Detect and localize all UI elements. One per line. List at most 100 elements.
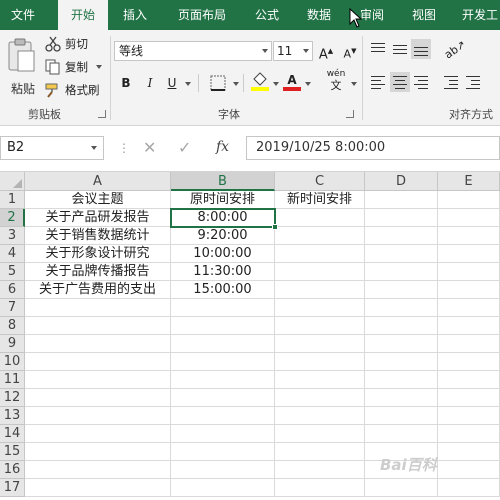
- tab-file[interactable]: 文件: [0, 0, 46, 30]
- shrink-font-button[interactable]: A▼: [340, 40, 360, 62]
- grid-cell[interactable]: [365, 389, 438, 407]
- cell-b5[interactable]: 11:30:00: [171, 263, 275, 281]
- row-header-8[interactable]: 8: [0, 317, 25, 335]
- grid-cell[interactable]: [438, 209, 500, 227]
- row-header-16[interactable]: 16: [0, 461, 25, 479]
- cell-b3[interactable]: 9:20:00: [171, 227, 275, 245]
- tab-data[interactable]: 数据: [298, 0, 340, 30]
- font-color-dropdown-icon[interactable]: [305, 82, 311, 86]
- underline-button[interactable]: U: [162, 72, 182, 94]
- grid-cell[interactable]: [275, 335, 365, 353]
- grid-cell[interactable]: [171, 425, 275, 443]
- cell-b2[interactable]: 8:00:00: [171, 209, 275, 227]
- grid-cell[interactable]: [365, 191, 438, 209]
- grid-cell[interactable]: [365, 479, 438, 497]
- grid-cell[interactable]: [438, 461, 500, 479]
- grid-cell[interactable]: [438, 263, 500, 281]
- format-painter-button[interactable]: 格式刷: [44, 80, 100, 100]
- grid-cell[interactable]: [25, 335, 171, 353]
- cancel-icon[interactable]: ✕: [143, 138, 156, 157]
- enter-icon[interactable]: ✓: [178, 138, 191, 157]
- grid-cell[interactable]: [438, 479, 500, 497]
- grid-cell[interactable]: [275, 479, 365, 497]
- font-name-select[interactable]: 等线: [114, 41, 272, 61]
- grid-cell[interactable]: [25, 389, 171, 407]
- fill-handle[interactable]: [272, 224, 278, 230]
- row-header-2[interactable]: 2: [0, 209, 25, 227]
- align-center-button[interactable]: [390, 72, 410, 92]
- column-header-e[interactable]: E: [438, 172, 500, 191]
- grid-cell[interactable]: [275, 299, 365, 317]
- grow-font-button[interactable]: A▲: [316, 40, 336, 62]
- formula-input[interactable]: 2019/10/25 8:00:00: [246, 136, 500, 160]
- row-header-12[interactable]: 12: [0, 389, 25, 407]
- tab-insert[interactable]: 插入: [113, 0, 157, 30]
- grid-cell[interactable]: [365, 353, 438, 371]
- grid-cell[interactable]: [25, 461, 171, 479]
- row-header-3[interactable]: 3: [0, 227, 25, 245]
- grid-cell[interactable]: [365, 371, 438, 389]
- row-header-9[interactable]: 9: [0, 335, 25, 353]
- grid-cell[interactable]: [275, 461, 365, 479]
- grid-cell[interactable]: [438, 425, 500, 443]
- cell-a3[interactable]: 关于销售数据统计: [25, 227, 171, 245]
- column-header-b[interactable]: B: [171, 172, 275, 191]
- grid-cell[interactable]: [365, 299, 438, 317]
- grid-cell[interactable]: [365, 227, 438, 245]
- cell-a1[interactable]: 会议主题: [25, 191, 171, 209]
- row-header-17[interactable]: 17: [0, 479, 25, 497]
- grid-cell[interactable]: [438, 371, 500, 389]
- underline-dropdown-icon[interactable]: [185, 82, 191, 86]
- grid-cell[interactable]: [171, 389, 275, 407]
- name-box[interactable]: B2: [0, 136, 104, 160]
- middle-align-button[interactable]: [390, 39, 410, 59]
- increase-indent-button[interactable]: [463, 72, 483, 92]
- grid-cell[interactable]: [275, 209, 365, 227]
- tab-view[interactable]: 视图: [403, 0, 445, 30]
- cut-button[interactable]: 剪切: [44, 34, 88, 54]
- tab-developer[interactable]: 开发工: [455, 0, 500, 30]
- grid-cell[interactable]: [275, 425, 365, 443]
- borders-dropdown-icon[interactable]: [233, 82, 239, 86]
- copy-dropdown-icon[interactable]: [96, 65, 102, 69]
- grid-cell[interactable]: [275, 227, 365, 245]
- grid-cell[interactable]: [438, 299, 500, 317]
- grid-cell[interactable]: [171, 407, 275, 425]
- row-header-14[interactable]: 14: [0, 425, 25, 443]
- row-header-4[interactable]: 4: [0, 245, 25, 263]
- grid-cell[interactable]: [365, 263, 438, 281]
- decrease-indent-button[interactable]: [441, 72, 461, 92]
- grid-cell[interactable]: [275, 353, 365, 371]
- grid-cell[interactable]: [438, 191, 500, 209]
- row-header-6[interactable]: 6: [0, 281, 25, 299]
- cell-a5[interactable]: 关于品牌传播报告: [25, 263, 171, 281]
- phonetic-dropdown-icon[interactable]: [351, 82, 357, 86]
- grid-cell[interactable]: [25, 407, 171, 425]
- grid-cell[interactable]: [438, 389, 500, 407]
- cell-b1[interactable]: 原时间安排: [171, 191, 275, 209]
- tab-formulas[interactable]: 公式: [246, 0, 288, 30]
- grid-cell[interactable]: [365, 281, 438, 299]
- borders-button[interactable]: [206, 72, 230, 94]
- top-align-button[interactable]: [368, 39, 388, 59]
- grid-cell[interactable]: [275, 407, 365, 425]
- cell-a4[interactable]: 关于形象设计研究: [25, 245, 171, 263]
- grid-cell[interactable]: [25, 425, 171, 443]
- select-all-button[interactable]: [0, 172, 25, 191]
- row-header-7[interactable]: 7: [0, 299, 25, 317]
- grid-cell[interactable]: [275, 443, 365, 461]
- grid-cell[interactable]: [365, 425, 438, 443]
- grid-cell[interactable]: [25, 443, 171, 461]
- grid-cell[interactable]: [438, 353, 500, 371]
- grid-cell[interactable]: [171, 335, 275, 353]
- row-header-10[interactable]: 10: [0, 353, 25, 371]
- grid-cell[interactable]: [438, 335, 500, 353]
- column-header-d[interactable]: D: [365, 172, 438, 191]
- grid-cell[interactable]: [25, 371, 171, 389]
- phonetic-button[interactable]: wén 文: [322, 68, 350, 92]
- grid-cell[interactable]: [275, 371, 365, 389]
- tab-page-layout[interactable]: 页面布局: [167, 0, 237, 30]
- row-header-11[interactable]: 11: [0, 371, 25, 389]
- column-header-c[interactable]: C: [275, 172, 365, 191]
- grid-cell[interactable]: [365, 407, 438, 425]
